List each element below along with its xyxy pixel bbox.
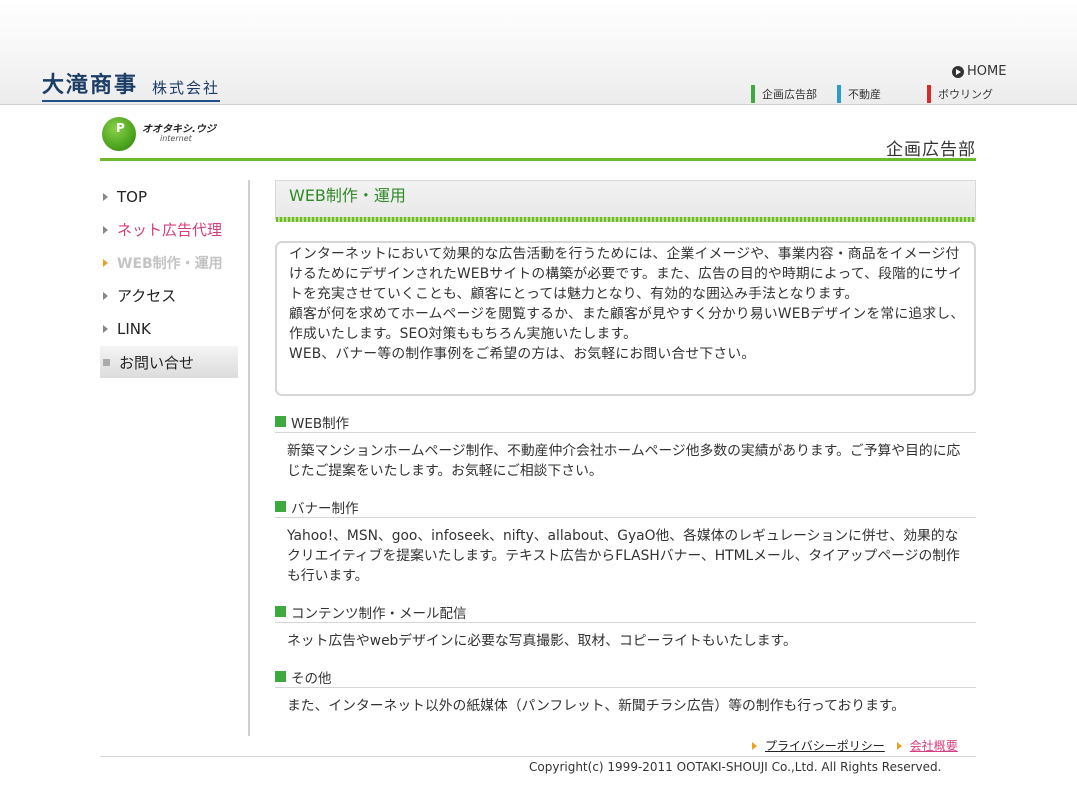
sidebar-item-link[interactable]: LINK (100, 312, 248, 345)
green-square-icon (275, 606, 286, 617)
arrow-right-icon (103, 324, 108, 333)
intro-paragraph: 顧客が何を求めてホームページを閲覧するか、また顧客が見やすく分かり易いWEBデザ… (289, 306, 965, 342)
brand-logo-sub: internet (160, 134, 192, 143)
section-heading: バナー制作 (275, 496, 976, 518)
arrow-right-icon (752, 741, 757, 750)
section-heading: コンテンツ制作・メール配信 (275, 601, 976, 623)
intro-paragraph: インターネットにおいて効果的な広告活動を行うためには、企業イメージや、事業内容・… (289, 246, 963, 302)
arrow-right-icon (103, 291, 108, 300)
privacy-policy-link[interactable]: プライバシーポリシー (752, 737, 885, 754)
sidebar-item-label: LINK (117, 319, 151, 338)
section-heading-label: コンテンツ制作・メール配信 (291, 605, 467, 622)
footer-divider (100, 756, 976, 757)
sidebar-item-label: TOP (117, 187, 148, 206)
intro-paragraph: WEB、バナー等の制作事例をご希望の方は、お気軽にお問い合せ下さい。 (289, 346, 756, 362)
sidebar-item-ad-agency[interactable]: ネット広告代理 (100, 213, 248, 246)
sidebar-item-web-production[interactable]: WEB制作・運用 (100, 246, 248, 279)
section-heading-label: バナー制作 (291, 500, 359, 517)
top-nav-realestate[interactable]: 不動産 (837, 85, 881, 103)
arrow-right-icon (103, 225, 108, 234)
section-content-mail: コンテンツ制作・メール配信 ネット広告やwebデザインに必要な写真撮影、取材、コ… (275, 601, 976, 651)
golf-ball-icon (102, 117, 136, 151)
sidebar-item-label: アクセス (117, 287, 177, 305)
sidebar-item-top[interactable]: TOP (100, 180, 248, 213)
company-name: 大滝商事 (42, 72, 139, 98)
main-content: WEB制作・運用 インターネットにおいて効果的な広告活動を行うためには、企業イメ… (275, 180, 976, 716)
sidebar-item-access[interactable]: アクセス (100, 279, 248, 312)
company-logo[interactable]: 大滝商事 株式会社 (42, 72, 221, 102)
arrow-right-icon (896, 741, 902, 750)
section-heading: その他 (275, 666, 976, 688)
arrow-right-icon (103, 192, 108, 201)
copyright: Copyright(c) 1999-2011 OOTAKI-SHOUJI Co.… (529, 760, 942, 774)
company-profile-link[interactable]: 会社概要 (896, 737, 958, 754)
sidebar: TOP ネット広告代理 WEB制作・運用 アクセス LINK お問い合せ (100, 180, 250, 736)
section-heading-label: WEB制作 (291, 415, 350, 432)
top-nav-advertising[interactable]: 企画広告部 (751, 85, 817, 103)
sidebar-item-contact[interactable]: お問い合せ (100, 346, 238, 378)
department-title: 企画広告部 (886, 140, 976, 160)
section-other: その他 また、インターネット以外の紙媒体（パンフレット、新聞チラシ広告）等の制作… (275, 666, 976, 716)
top-nav: 企画広告部 不動産 ボウリング (751, 85, 993, 103)
intro-box: インターネットにおいて効果的な広告活動を行うためには、企業イメージや、事業内容・… (275, 241, 976, 396)
section-body: ネット広告やwebデザインに必要な写真撮影、取材、コピーライトもいたします。 (287, 633, 797, 649)
play-circle-icon (952, 65, 964, 78)
section-body: Yahoo!、MSN、goo、infoseek、nifty、allabout、G… (287, 528, 960, 584)
brand-logo[interactable]: オオタキシ.ウジ internet (102, 117, 216, 151)
top-nav-label: 不動産 (848, 88, 881, 101)
sidebar-item-label: お問い合せ (119, 353, 195, 372)
home-label: HOME (967, 64, 1007, 79)
section-body: 新築マンションホームページ制作、不動産仲介会社ホームページ他多数の実績があります… (287, 443, 961, 479)
arrow-right-icon (103, 258, 108, 267)
green-square-icon (275, 416, 286, 427)
section-heading-label: その他 (291, 670, 332, 687)
section-body: また、インターネット以外の紙媒体（パンフレット、新聞チラシ広告）等の制作も行って… (287, 698, 906, 714)
company-suffix: 株式会社 (152, 79, 221, 97)
section-web-production: WEB制作 新築マンションホームページ制作、不動産仲介会社ホームページ他多数の実… (275, 411, 976, 481)
sidebar-item-label: WEB制作・運用 (117, 255, 223, 272)
brand-bar: オオタキシ.ウジ internet 企画広告部 (100, 113, 976, 161)
green-square-icon (275, 501, 286, 512)
section-heading: WEB制作 (275, 411, 976, 433)
site-header: 大滝商事 株式会社 HOME 企画広告部 不動産 ボウリング (0, 0, 1077, 105)
top-nav-label: ボウリング (938, 88, 993, 101)
footer-link-label: プライバシーポリシー (765, 739, 885, 753)
footer-links: プライバシーポリシー 会社概要 (752, 737, 970, 754)
top-nav-bowling[interactable]: ボウリング (927, 85, 993, 103)
square-bullet-icon (103, 358, 110, 366)
section-banner-production: バナー制作 Yahoo!、MSN、goo、infoseek、nifty、alla… (275, 496, 976, 586)
sidebar-item-label: ネット広告代理 (117, 221, 223, 239)
top-nav-label: 企画広告部 (762, 88, 817, 101)
page-title: WEB制作・運用 (275, 180, 976, 222)
footer-link-label: 会社概要 (909, 739, 958, 753)
brand-logo-text: オオタキシ.ウジ internet (142, 125, 216, 143)
green-square-icon (275, 671, 286, 682)
home-link[interactable]: HOME (952, 64, 1006, 79)
